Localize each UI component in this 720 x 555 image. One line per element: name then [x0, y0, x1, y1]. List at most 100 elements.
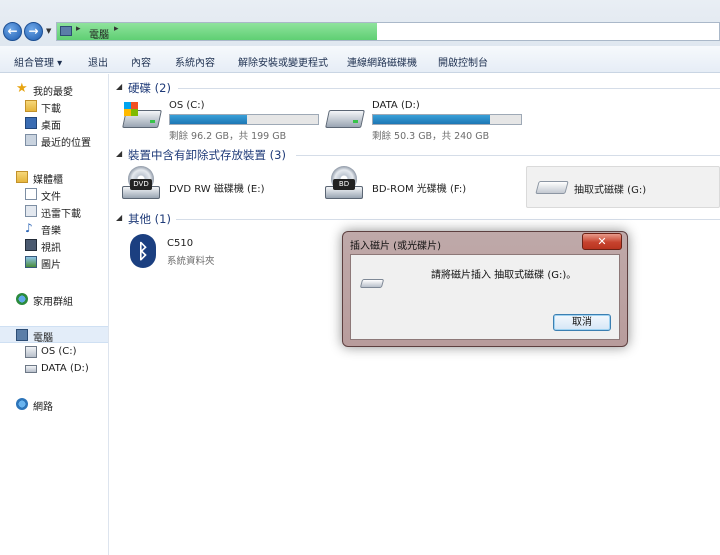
sidebar-item-label: 電腦 [33, 333, 53, 344]
open-control-panel-button[interactable]: 開啟控制台 [438, 54, 488, 69]
drive-usage-bar [372, 114, 522, 125]
sidebar-item-computer[interactable]: 電腦 [0, 326, 108, 344]
sidebar-item-label: DATA (D:) [41, 363, 89, 374]
sidebar-item-drive-d[interactable]: DATA (D:) [0, 361, 108, 378]
removable-disk-icon [359, 279, 385, 288]
navigation-pane: ★ 我的最愛 下載 桌面 最近的位置 媒體櫃 文件 迅雷下載 ♪ 音樂 視訊 圖… [0, 74, 109, 555]
insert-disk-dialog: 插入磁片 (或光碟片) ✕ 請將磁片插入 抽取式磁碟 (G:)。 取消 [342, 231, 628, 347]
drive-free-space: 剩餘 50.3 GB，共 240 GB [372, 131, 490, 142]
group-header-other[interactable]: ◢ 其他 (1) [110, 211, 720, 227]
hard-drive-icon [122, 102, 162, 132]
pictures-icon [25, 256, 37, 268]
group-title: 其他 (1) [128, 212, 171, 226]
map-network-drive-button[interactable]: 連線網路磁碟機 [347, 54, 417, 69]
thunder-folder-icon [25, 205, 37, 217]
sidebar-item-network[interactable]: 網路 [0, 396, 108, 413]
sidebar-item-label: 媒體櫃 [33, 175, 63, 186]
music-note-icon: ♪ [25, 221, 33, 235]
recent-places-icon [25, 134, 37, 146]
group-divider [176, 219, 720, 220]
group-divider [296, 155, 720, 156]
forward-arrow-icon[interactable]: → [24, 22, 43, 41]
sidebar-item-thunder-downloads[interactable]: 迅雷下載 [0, 203, 108, 220]
network-icon [16, 398, 28, 410]
properties-button[interactable]: 內容 [131, 54, 151, 69]
drive-name: OS (C:) [169, 100, 205, 111]
removable-disk-icon [535, 181, 569, 194]
computer-icon [60, 26, 72, 36]
bd-badge: BD [333, 179, 355, 190]
group-header-hard-disks[interactable]: ◢ 硬碟 (2) [110, 80, 720, 96]
sidebar-item-pictures[interactable]: 圖片 [0, 254, 108, 271]
sidebar-item-label: 迅雷下載 [41, 209, 81, 220]
dvd-badge: DVD [130, 179, 152, 190]
drive-name: 抽取式磁碟 (G:) [574, 185, 647, 196]
sidebar-item-videos[interactable]: 視訊 [0, 237, 108, 254]
sidebar-item-documents[interactable]: 文件 [0, 186, 108, 203]
sidebar-item-label: 文件 [41, 192, 61, 203]
drive-name: BD-ROM 光碟機 (F:) [372, 184, 467, 195]
breadcrumb-separator-icon[interactable]: ▸ [114, 24, 119, 34]
drive-name: DATA (D:) [372, 100, 420, 111]
item-name: C510 [167, 238, 194, 249]
hard-drive-icon [25, 365, 37, 373]
sidebar-item-drive-c[interactable]: OS (C:) [0, 344, 108, 361]
drive-tile-c[interactable]: OS (C:) 剩餘 96.2 GB，共 199 GB [122, 100, 322, 142]
libraries-icon [16, 171, 28, 183]
drive-usage-bar [169, 114, 319, 125]
dvd-drive-icon: DVD [122, 166, 162, 200]
desktop-icon [25, 117, 37, 129]
bluetooth-icon: ᛒ [130, 234, 156, 268]
sidebar-item-homegroup[interactable]: 家用群組 [0, 291, 108, 308]
system-properties-button[interactable]: 系統內容 [175, 54, 215, 69]
close-button[interactable]: ✕ [582, 233, 622, 250]
history-dropdown-icon[interactable]: ▼ [46, 27, 51, 35]
group-divider [178, 88, 720, 89]
cancel-button[interactable]: 取消 [553, 314, 611, 331]
organize-button[interactable]: 組合管理 ▾ [14, 54, 62, 69]
sidebar-item-label: 網路 [33, 402, 53, 413]
item-type: 系統資料夾 [167, 256, 215, 267]
breadcrumb-separator-icon[interactable]: ▸ [76, 24, 81, 34]
sidebar-item-label: 桌面 [41, 121, 61, 132]
window-titlebar: ← → ▼ ▸ 電腦 ▸ [0, 0, 720, 46]
breadcrumb-computer[interactable]: 電腦 [89, 26, 109, 41]
address-bar[interactable]: ▸ 電腦 ▸ [56, 22, 720, 41]
hard-drive-icon [325, 102, 365, 132]
drive-usage-fill [373, 115, 490, 124]
drive-tile-g[interactable]: 抽取式磁碟 (G:) [526, 166, 720, 208]
uninstall-program-button[interactable]: 解除安裝或變更程式 [238, 54, 328, 69]
eject-button[interactable]: 退出 [88, 54, 108, 69]
back-arrow-icon[interactable]: ← [3, 22, 22, 41]
sidebar-item-label: 我的最愛 [33, 87, 73, 98]
dialog-message: 請將磁片插入 抽取式磁碟 (G:)。 [431, 270, 577, 281]
other-item-c510[interactable]: ᛒ C510 系統資料夾 [128, 234, 328, 270]
video-icon [25, 239, 37, 251]
sidebar-item-favorites[interactable]: ★ 我的最愛 [0, 81, 108, 98]
drive-tile-e[interactable]: DVD DVD RW 磁碟機 (E:) [122, 166, 322, 206]
sidebar-item-label: 下載 [41, 104, 61, 115]
sidebar-item-label: 視訊 [41, 243, 61, 254]
dialog-title: 插入磁片 (或光碟片) [350, 241, 441, 252]
group-title: 裝置中含有卸除式存放裝置 (3) [128, 148, 286, 162]
drive-tile-f[interactable]: BD BD-ROM 光碟機 (F:) [325, 166, 525, 206]
collapse-triangle-icon[interactable]: ◢ [116, 213, 122, 222]
sidebar-item-music[interactable]: ♪ 音樂 [0, 220, 108, 237]
sidebar-item-recent-places[interactable]: 最近的位置 [0, 132, 108, 149]
drive-name: DVD RW 磁碟機 (E:) [169, 184, 265, 195]
sidebar-item-downloads[interactable]: 下載 [0, 98, 108, 115]
collapse-triangle-icon[interactable]: ◢ [116, 149, 122, 158]
homegroup-icon [16, 293, 28, 305]
computer-icon [16, 329, 28, 341]
sidebar-item-label: 音樂 [41, 226, 61, 237]
group-header-removable[interactable]: ◢ 裝置中含有卸除式存放裝置 (3) [110, 147, 720, 163]
command-bar: 組合管理 ▾ 退出 內容 系統內容 解除安裝或變更程式 連線網路磁碟機 開啟控制… [0, 46, 720, 73]
windows-logo-icon [124, 102, 138, 116]
sidebar-item-desktop[interactable]: 桌面 [0, 115, 108, 132]
drive-tile-d[interactable]: DATA (D:) 剩餘 50.3 GB，共 240 GB [325, 100, 525, 142]
sidebar-item-libraries[interactable]: 媒體櫃 [0, 169, 108, 186]
sidebar-item-label: 最近的位置 [41, 138, 91, 149]
drive-usage-fill [170, 115, 247, 124]
collapse-triangle-icon[interactable]: ◢ [116, 82, 122, 91]
downloads-folder-icon [25, 100, 37, 112]
